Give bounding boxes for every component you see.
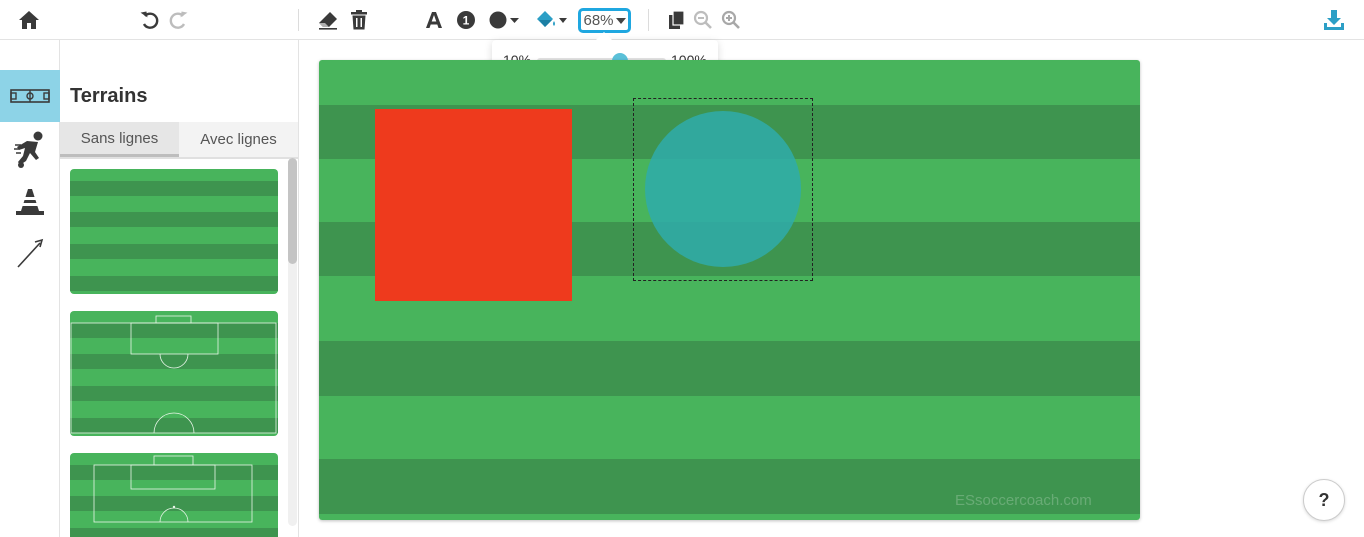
undo-icon [140,11,159,29]
copy-button[interactable] [666,8,688,32]
player-icon [14,131,43,168]
panel-scrollbar[interactable] [288,158,297,526]
cone-icon [16,189,44,215]
fill-color-dropdown[interactable] [533,8,569,32]
watermark: ESsoccercoach.com [955,492,1092,509]
eraser-button[interactable] [316,8,340,32]
teal-circle-shape[interactable] [645,111,801,267]
terrain-plain-preview [70,169,278,294]
help-button[interactable]: ? [1303,479,1345,521]
drawing-canvas[interactable]: ESsoccercoach.com [319,60,1140,520]
rail-item-terrains[interactable] [0,70,60,122]
toolbar-divider [298,9,299,31]
terrains-panel: Terrains Sans lignes Avec lignes [60,40,299,537]
redo-button[interactable] [166,8,190,32]
shape-dropdown[interactable] [487,8,521,32]
tool-rail [0,40,60,537]
opacity-dropdown[interactable]: 68% [578,8,631,33]
rail-item-players[interactable] [0,124,60,176]
redo-icon [169,11,188,29]
panel-scroll-thumb[interactable] [288,158,297,264]
number-badge-label: 1 [463,14,470,28]
rail-item-equipment[interactable] [0,176,60,228]
zoom-out-button[interactable] [692,8,714,32]
shape-icon [489,11,519,29]
zoom-out-icon [693,10,712,29]
terrain-tabs: Sans lignes Avec lignes [60,122,298,159]
trash-icon [351,10,367,30]
eraser-icon [319,12,337,30]
rail-item-lines[interactable] [0,228,60,280]
tab-avec-lignes[interactable]: Avec lignes [179,122,298,157]
terrain-thumbnail-plain[interactable] [70,169,278,294]
download-button[interactable] [1322,8,1346,32]
field-icon [10,89,50,103]
top-toolbar: 1 68% [0,0,1364,40]
terrain-full-pitch-preview [70,453,278,537]
panel-title: Terrains [70,85,148,107]
zoom-in-button[interactable] [720,8,742,32]
fill-color-icon [537,11,567,27]
red-rectangle-shape[interactable] [375,109,572,301]
home-button[interactable] [17,8,41,32]
home-icon [19,11,39,29]
toolbar-divider [648,9,649,31]
undo-button[interactable] [138,8,162,32]
delete-button[interactable] [347,8,371,32]
zoom-in-icon [721,10,740,29]
terrain-half-pitch-preview [70,311,278,436]
caret-down-icon [615,17,626,24]
opacity-value: 68% [583,12,614,29]
download-icon [1324,10,1344,30]
terrain-thumbnail-full-pitch[interactable] [70,453,278,537]
arrow-line-icon [17,238,44,268]
number-button[interactable]: 1 [455,8,477,32]
number-icon: 1 [457,11,475,29]
copy-icon [669,10,685,29]
text-icon [426,12,442,28]
text-button[interactable] [422,8,446,32]
tab-sans-lignes[interactable]: Sans lignes [60,122,179,157]
terrain-thumbnail-half-pitch[interactable] [70,311,278,436]
